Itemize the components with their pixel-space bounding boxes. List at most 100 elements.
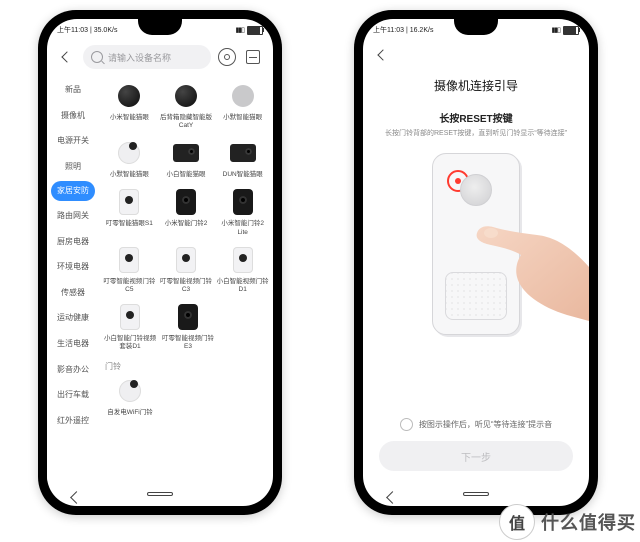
device-item[interactable]: 叮零智能视频门铃E3 — [159, 300, 217, 357]
sidebar-item[interactable]: 生活电器 — [47, 331, 99, 357]
category-sidebar: 新品摄像机电源开关照明家居安防路由网关厨房电器环境电器传感器运动健康生活电器影音… — [47, 77, 99, 481]
device-label: 小米智能门铃2 — [159, 220, 214, 228]
signal-icon — [551, 26, 560, 34]
scan-icon — [246, 50, 260, 64]
notch — [454, 19, 498, 35]
next-button[interactable]: 下一步 — [379, 441, 573, 471]
device-item[interactable]: 小默智能猫眼 — [214, 79, 271, 136]
battery-icon — [247, 26, 263, 35]
device-item[interactable]: 叮零智能视频门铃C3 — [158, 243, 215, 300]
sidebar-item[interactable]: 新品 — [47, 77, 99, 103]
illustration — [363, 147, 589, 412]
device-icon — [118, 85, 140, 107]
device-icon — [232, 85, 254, 107]
device-icon — [119, 380, 141, 402]
device-icon — [230, 144, 256, 162]
battery-icon — [563, 26, 579, 35]
android-navbar — [47, 481, 273, 506]
sidebar-item[interactable]: 电源开关 — [47, 128, 99, 154]
device-icon — [118, 142, 140, 164]
device-label: 叮零智能视频门铃E3 — [160, 335, 216, 351]
android-navbar — [363, 481, 589, 506]
device-grid: 小米智能猫眼后背箱隐藏智能版CatY小默智能猫眼小默智能猫眼小白智能猫眼DUN智… — [99, 77, 273, 481]
phone-frame-right: 上午11:03 | 16.2K/s 摄像机连接引导 长按RESET按键 长按门铃… — [354, 10, 598, 515]
device-label: 小白智能门铃视频套装D1 — [102, 335, 158, 351]
sidebar-item[interactable]: 运动健康 — [47, 305, 99, 331]
nav-home[interactable] — [463, 492, 489, 496]
back-button[interactable] — [57, 47, 77, 67]
phone-frame-left: 上午11:03 | 35.0K/s 请输入设备名称 新品摄像机电源开关照明家居安… — [38, 10, 282, 515]
nearby-button[interactable] — [217, 47, 237, 67]
device-label: 小默智能猫眼 — [215, 114, 270, 122]
sidebar-item[interactable]: 摄像机 — [47, 103, 99, 129]
sidebar-item[interactable]: 红外遥控 — [47, 408, 99, 434]
section-header: 门铃 — [101, 357, 271, 374]
device-item[interactable]: DUN智能猫眼 — [214, 136, 271, 185]
nav-recent[interactable] — [224, 493, 248, 495]
sidebar-item[interactable]: 影音办公 — [47, 357, 99, 383]
header — [363, 39, 589, 73]
search-input[interactable]: 请输入设备名称 — [83, 45, 211, 69]
device-icon — [178, 304, 198, 330]
device-label: DUN智能猫眼 — [215, 171, 270, 179]
search-icon — [91, 51, 103, 63]
device-item[interactable]: 叮零智能视频门铃C5 — [101, 243, 158, 300]
next-label: 下一步 — [461, 449, 491, 464]
target-icon — [218, 48, 236, 66]
device-item[interactable]: 小白智能猫眼 — [158, 136, 215, 185]
device-label: 小白智能视频门铃D1 — [215, 278, 270, 294]
sidebar-item[interactable]: 路由网关 — [47, 203, 99, 229]
device-item[interactable]: 小默智能猫眼 — [101, 136, 158, 185]
status-time: 上午11:03 | 35.0K/s — [57, 25, 117, 35]
device-item[interactable]: 小米智能猫眼 — [101, 79, 158, 136]
device-icon — [176, 189, 196, 215]
device-icon — [176, 247, 196, 273]
back-button[interactable] — [373, 45, 393, 65]
device-item[interactable]: 后背箱隐藏智能版CatY — [158, 79, 215, 136]
nav-back[interactable] — [388, 493, 412, 495]
device-label: 叮零智能视频门铃C3 — [159, 278, 214, 294]
sidebar-item[interactable]: 传感器 — [47, 280, 99, 306]
device-item[interactable]: 小白智能视频门铃D1 — [214, 243, 271, 300]
notch — [138, 19, 182, 35]
device-item[interactable]: 叮零智能猫眼S1 — [101, 185, 158, 242]
hand-illustration — [471, 197, 589, 337]
nav-recent[interactable] — [540, 493, 564, 495]
page-title: 摄像机连接引导 — [363, 73, 589, 104]
device-label: 小默智能猫眼 — [102, 171, 157, 179]
screen-right: 上午11:03 | 16.2K/s 摄像机连接引导 长按RESET按键 长按门铃… — [363, 19, 589, 506]
nav-back[interactable] — [72, 493, 96, 495]
device-icon — [233, 189, 253, 215]
device-icon — [119, 189, 139, 215]
sidebar-item[interactable]: 家居安防 — [51, 181, 95, 201]
device-icon — [173, 144, 199, 162]
device-label: 小白智能猫眼 — [159, 171, 214, 179]
device-label: 自发电WiFi门铃 — [102, 409, 158, 417]
sidebar-item[interactable]: 环境电器 — [47, 254, 99, 280]
device-item[interactable]: 小米智能门铃2 Lite — [214, 185, 271, 242]
scan-button[interactable] — [243, 47, 263, 67]
sidebar-item[interactable]: 厨房电器 — [47, 229, 99, 255]
device-item[interactable]: 自发电WiFi门铃 — [101, 374, 159, 423]
confirm-row[interactable]: 按图示操作后，听见“等待连接”提示音 — [363, 412, 589, 441]
status-time: 上午11:03 | 16.2K/s — [373, 25, 433, 35]
device-icon — [120, 304, 140, 330]
nav-home[interactable] — [147, 492, 173, 496]
search-placeholder: 请输入设备名称 — [108, 51, 171, 64]
device-label: 叮零智能猫眼S1 — [102, 220, 157, 228]
sidebar-item[interactable]: 照明 — [47, 154, 99, 180]
device-item[interactable]: 小白智能门铃视频套装D1 — [101, 300, 159, 357]
device-icon — [233, 247, 253, 273]
signal-icon — [235, 26, 244, 34]
watermark: 值 什么值得买 — [499, 504, 636, 540]
step-hint: 长按门铃背部的RESET按键，直到听见门铃显示“等待连接” — [363, 129, 589, 147]
sidebar-item[interactable]: 出行车载 — [47, 382, 99, 408]
step-subtitle: 长按RESET按键 — [363, 104, 589, 129]
device-icon — [119, 247, 139, 273]
device-label: 后背箱隐藏智能版CatY — [159, 114, 214, 130]
confirm-checkbox[interactable] — [400, 418, 413, 431]
device-icon — [175, 85, 197, 107]
watermark-badge: 值 — [499, 504, 535, 540]
device-item[interactable]: 小米智能门铃2 — [158, 185, 215, 242]
screen-left: 上午11:03 | 35.0K/s 请输入设备名称 新品摄像机电源开关照明家居安… — [47, 19, 273, 506]
